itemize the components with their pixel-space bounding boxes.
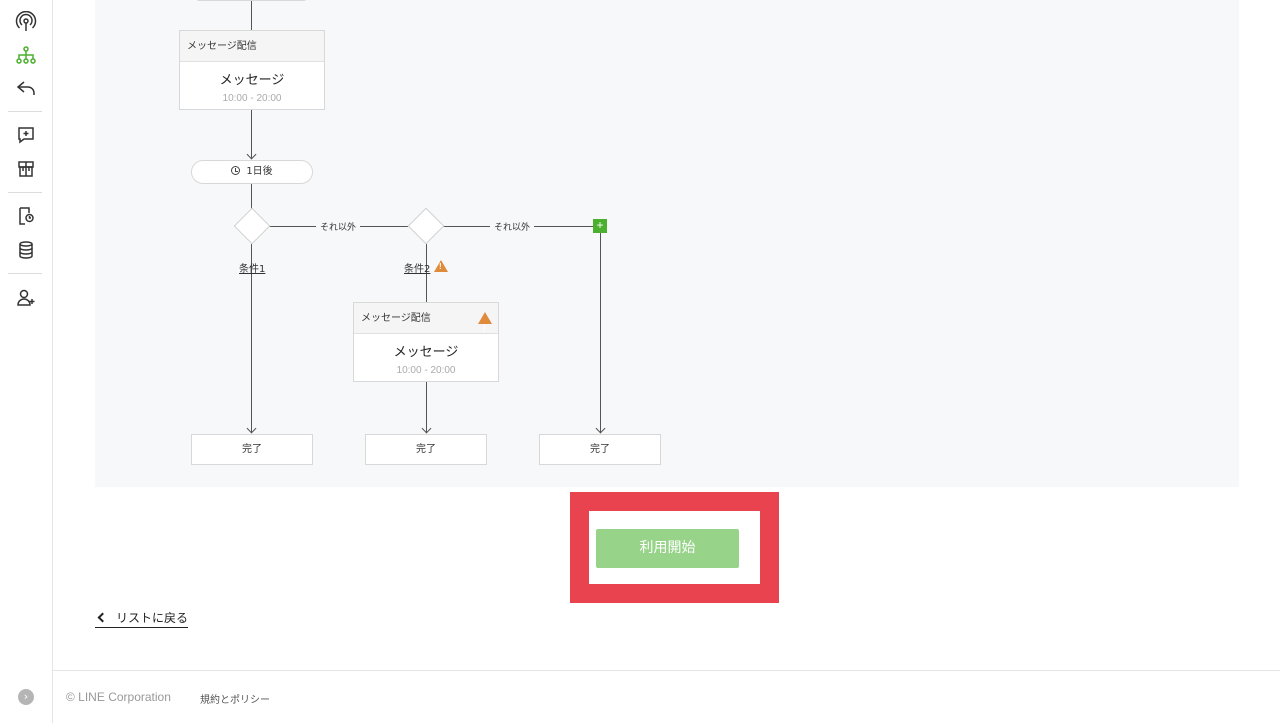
- sidebar-divider: [8, 273, 42, 274]
- sidebar: ›: [0, 0, 53, 723]
- wait-label: 1日後: [246, 166, 273, 177]
- add-message-icon[interactable]: [15, 124, 37, 146]
- expand-sidebar-button[interactable]: ›: [18, 689, 34, 705]
- clock-icon: [231, 166, 241, 175]
- start-button[interactable]: 利用開始: [596, 529, 739, 568]
- condition-2-link[interactable]: 条件2: [404, 260, 430, 275]
- database-icon[interactable]: [15, 239, 37, 261]
- broadcast-icon[interactable]: [15, 11, 37, 33]
- gift-icon[interactable]: [15, 158, 37, 180]
- else-label: それ以外: [316, 220, 361, 233]
- message-node-time: 10:00 - 20:00: [396, 365, 456, 376]
- message-node-header: メッセージ配信: [180, 31, 324, 62]
- add-branch-button[interactable]: +: [593, 219, 607, 233]
- chevron-left-icon: [97, 612, 108, 623]
- message-node[interactable]: メッセージ配信 メッセージ 10:00 - 20:00: [179, 30, 325, 110]
- done-node[interactable]: 完了: [365, 434, 487, 465]
- reply-icon[interactable]: [15, 77, 37, 99]
- warning-icon: [434, 260, 448, 272]
- message-node-header-label: メッセージ配信: [361, 313, 431, 324]
- sidebar-divider: [8, 192, 42, 193]
- policy-link[interactable]: 規約とポリシー: [200, 691, 270, 706]
- footer: © LINE Corporation 規約とポリシー: [53, 670, 1280, 723]
- condition-1-link[interactable]: 条件1: [239, 260, 265, 275]
- sidebar-divider: [8, 111, 42, 112]
- flow-icon[interactable]: [15, 44, 37, 66]
- connector: [251, 0, 252, 30]
- message-node-time: 10:00 - 20:00: [222, 93, 282, 104]
- copyright: © LINE Corporation: [66, 690, 171, 704]
- message-node-header: メッセージ配信: [354, 303, 498, 345]
- connector: [600, 233, 601, 432]
- message-node-title: メッセージ: [219, 73, 285, 88]
- document-icon[interactable]: [15, 205, 37, 227]
- message-node[interactable]: メッセージ配信 メッセージ 10:00 - 20:00: [353, 302, 499, 382]
- warning-icon: [478, 312, 492, 345]
- message-node-title: メッセージ: [393, 345, 459, 360]
- add-user-icon[interactable]: [15, 287, 37, 309]
- done-node[interactable]: 完了: [191, 434, 313, 465]
- back-to-list-link[interactable]: リストに戻る: [95, 609, 189, 628]
- previous-node[interactable]: [195, 0, 308, 1]
- else-label: それ以外: [490, 220, 535, 233]
- back-to-list-label: リストに戻る: [116, 611, 189, 625]
- wait-node[interactable]: 1日後: [191, 160, 313, 184]
- done-node[interactable]: 完了: [539, 434, 661, 465]
